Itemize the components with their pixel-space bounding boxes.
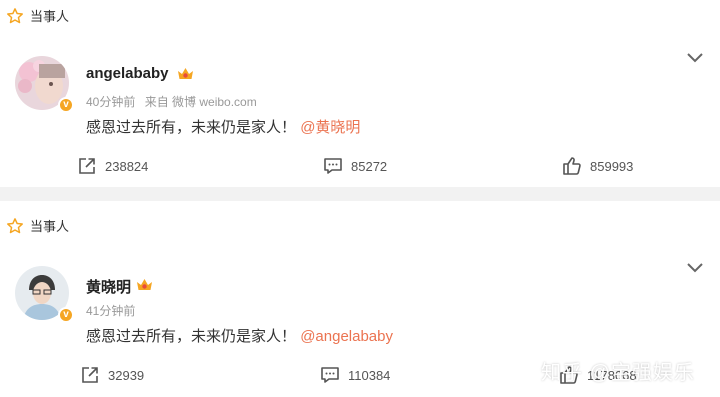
username[interactable]: angelababy bbox=[86, 65, 169, 82]
post-time: 40分钟前 bbox=[86, 95, 136, 109]
post-time: 41分钟前 bbox=[86, 304, 136, 318]
repost-button[interactable]: 238824 bbox=[77, 156, 148, 176]
header-label: 当事人 bbox=[30, 9, 70, 24]
post-text-body: 感恩过去所有，未来仍是家人！ bbox=[86, 119, 297, 136]
star-icon bbox=[7, 7, 23, 23]
comment-icon bbox=[324, 158, 342, 174]
repost-button[interactable]: 32939 bbox=[80, 365, 144, 385]
mention-link[interactable]: @angelababy bbox=[300, 328, 393, 345]
chevron-down-icon[interactable] bbox=[686, 262, 704, 274]
comment-button[interactable]: 85272 bbox=[323, 156, 387, 176]
comment-button[interactable]: 110384 bbox=[320, 365, 390, 385]
header-label: 当事人 bbox=[30, 219, 70, 234]
post-text-body: 感恩过去所有，未来仍是家人！ bbox=[86, 328, 297, 345]
post-meta: 40分钟前 来自 微博 weibo.com bbox=[86, 93, 257, 110]
post-meta: 41分钟前 bbox=[86, 302, 135, 319]
post-header: 当事人 bbox=[6, 216, 69, 235]
comment-count: 85272 bbox=[351, 158, 388, 174]
verified-badge: v bbox=[58, 307, 74, 323]
crown-icon bbox=[137, 279, 152, 290]
comment-count: 110384 bbox=[348, 367, 391, 383]
star-icon bbox=[7, 217, 23, 233]
post-header: 当事人 bbox=[6, 6, 69, 25]
post-text: 感恩过去所有，未来仍是家人！ @黄晓明 bbox=[86, 116, 360, 137]
post-source: 来自 微博 weibo.com bbox=[144, 95, 257, 109]
username[interactable]: 黄晓明 bbox=[86, 276, 131, 297]
comment-icon bbox=[321, 367, 339, 383]
repost-count: 32939 bbox=[108, 367, 145, 383]
repost-icon bbox=[79, 158, 95, 174]
repost-count: 238824 bbox=[105, 158, 149, 174]
like-icon bbox=[563, 157, 581, 175]
like-button[interactable]: 859993 bbox=[562, 156, 633, 176]
crown-icon bbox=[178, 68, 193, 79]
verified-badge: v bbox=[58, 97, 74, 113]
post-text: 感恩过去所有，未来仍是家人！ @angelababy bbox=[86, 325, 393, 346]
post-separator bbox=[0, 187, 720, 201]
like-count: 859993 bbox=[590, 158, 634, 174]
watermark: 知乎 @宝强娱乐 bbox=[541, 362, 695, 384]
post-card: 当事人 v angelababy 40分钟前 来自 微博 weibo.com 感… bbox=[0, 0, 720, 187]
mention-link[interactable]: @黄晓明 bbox=[300, 119, 360, 136]
repost-icon bbox=[82, 367, 98, 383]
chevron-down-icon[interactable] bbox=[686, 52, 704, 64]
